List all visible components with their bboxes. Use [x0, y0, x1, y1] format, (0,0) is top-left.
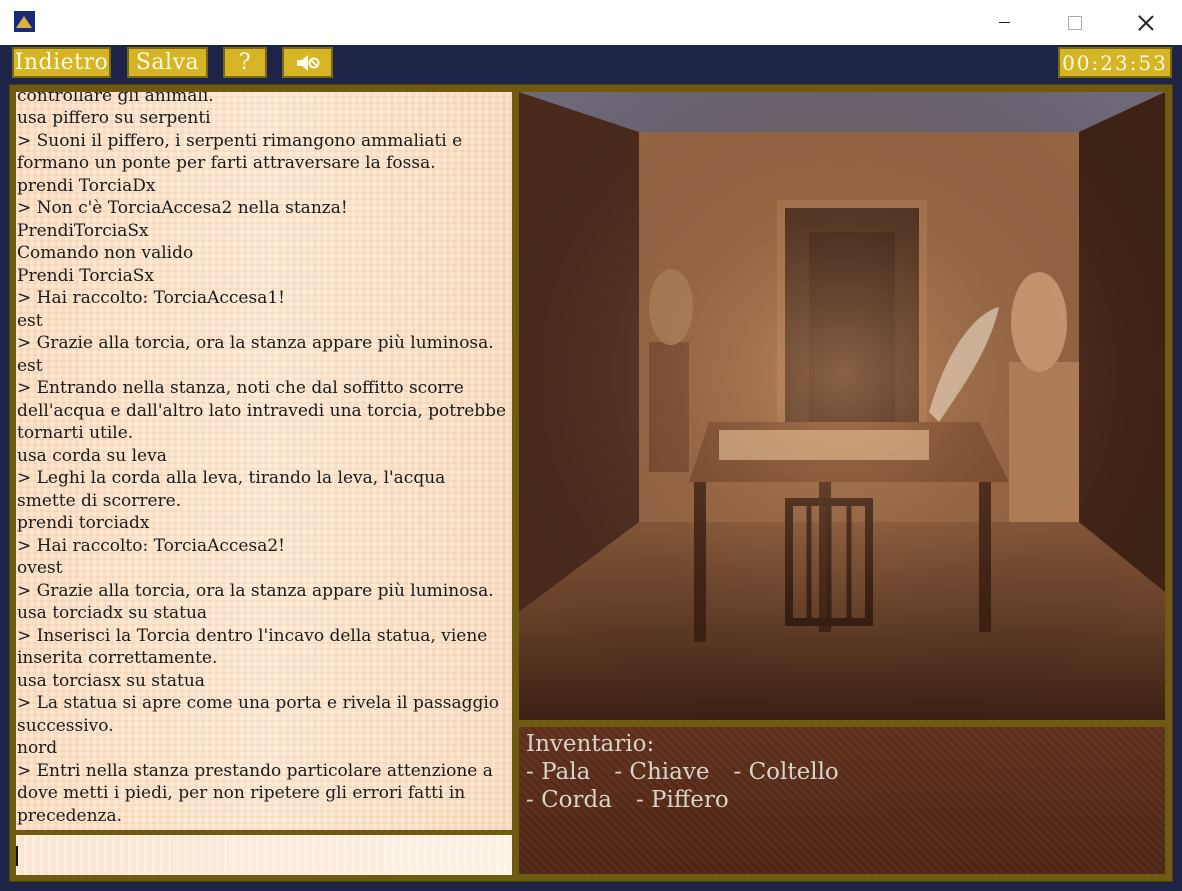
inventory-panel: Inventario: - Pala - Chiave - Coltello -… — [519, 727, 1165, 874]
log-line: > Hai raccolto: TorciaAccesa1! — [17, 288, 285, 308]
log-line: > Entri nella stanza prestando particola… — [17, 760, 499, 826]
log-line: PrendiTorciaSx — [17, 220, 149, 241]
log-line: > La statua si apre come una porta e riv… — [17, 693, 505, 736]
room-illustration — [519, 92, 1165, 720]
text-caret — [16, 846, 18, 866]
inventory-title: Inventario: — [526, 731, 655, 757]
sound-toggle-button[interactable] — [282, 47, 333, 78]
maximize-icon — [1068, 15, 1082, 30]
command-input[interactable] — [16, 835, 512, 875]
close-button[interactable] — [1117, 0, 1175, 45]
close-icon — [1138, 15, 1154, 31]
log-line: > Grazie alla torcia, ora la stanza appa… — [17, 580, 494, 601]
game-toolbar: Indietro Salva ? 00:23:53 — [0, 45, 1182, 84]
log-line: Prendi TorciaSx — [17, 265, 155, 286]
help-button[interactable]: ? — [223, 47, 267, 78]
inventory-item-coltello: - Coltello — [733, 759, 839, 785]
back-button[interactable]: Indietro — [12, 47, 111, 78]
log-line: usa corda su leva — [17, 445, 167, 466]
log-line: > Inserisci la Torcia dentro l'incavo de… — [17, 625, 493, 669]
save-button[interactable]: Salva — [127, 47, 208, 78]
log-line: Comando non valido — [17, 243, 194, 263]
window-titlebar — [0, 0, 1182, 46]
inventory-item-pala: - Pala — [526, 759, 591, 785]
log-line: > Grazie alla torcia, ora la stanza appa… — [17, 333, 494, 353]
app-icon — [14, 11, 35, 32]
log-line: usa piffero su serpenti — [17, 108, 211, 128]
maximize-button[interactable] — [1046, 0, 1104, 45]
log-line: controllare gli animali. — [17, 92, 214, 106]
log-line: ovest — [17, 558, 63, 578]
room-scene-image — [519, 92, 1165, 720]
log-line: usa torciadx su statua — [17, 603, 208, 623]
inventory-item-corda: - Corda — [526, 787, 612, 813]
inventory-item-piffero: - Piffero — [635, 787, 729, 813]
log-line: > Non c'è TorciaAccesa2 nella stanza! — [17, 198, 348, 218]
inventory-item-chiave: - Chiave — [614, 759, 710, 785]
log-line: nord — [17, 738, 58, 758]
log-line: prendi TorciaDx — [17, 175, 156, 196]
log-line: > Suoni il piffero, i serpenti rimangono… — [17, 130, 468, 174]
log-line: > Leghi la corda alla leva, tirando la l… — [17, 468, 451, 511]
speaker-mute-icon — [296, 54, 319, 71]
log-line: usa torciasx su statua — [17, 670, 205, 691]
game-timer: 00:23:53 — [1058, 47, 1172, 78]
log-line: prendi torciadx — [17, 513, 150, 533]
log-line: > Hai raccolto: TorciaAccesa2! — [17, 535, 285, 556]
log-line: est — [17, 355, 43, 376]
minimize-button[interactable] — [975, 0, 1033, 45]
log-line: > Entrando nella stanza, noti che dal so… — [17, 378, 512, 443]
story-log: controllare gli animali. usa piffero su s… — [17, 92, 507, 827]
minimize-icon — [998, 22, 1010, 23]
log-line: est — [17, 310, 43, 331]
inventory-row: - Corda - Piffero — [526, 787, 753, 813]
inventory-row: - Pala - Chiave - Coltello — [526, 759, 863, 785]
story-log-panel[interactable]: controllare gli animali. usa piffero su s… — [16, 92, 512, 830]
